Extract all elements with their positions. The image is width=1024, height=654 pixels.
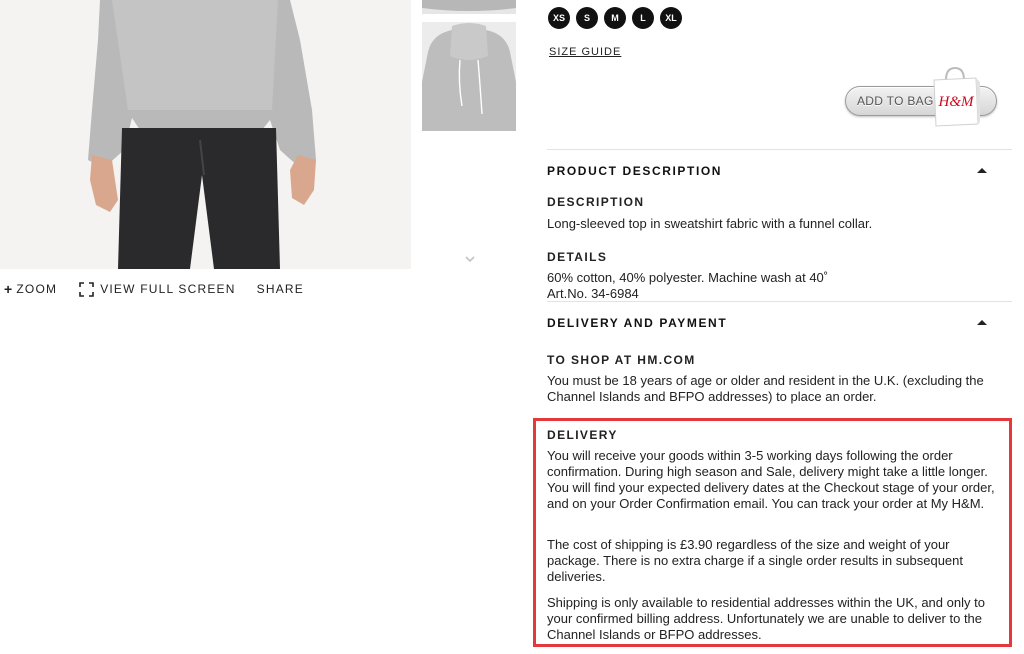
- chevron-down-icon[interactable]: [463, 253, 477, 265]
- expand-icon: [79, 281, 94, 297]
- collapse-triangle-icon[interactable]: [976, 166, 988, 174]
- add-to-bag-label: ADD TO BAG: [857, 94, 934, 108]
- shop-label: TO SHOP AT HM.COM: [547, 353, 696, 367]
- delivery-payment-heading[interactable]: DELIVERY AND PAYMENT: [547, 316, 727, 330]
- size-option-xs[interactable]: XS: [548, 7, 570, 29]
- full-screen-label: VIEW FULL SCREEN: [100, 282, 236, 296]
- size-option-l[interactable]: L: [632, 7, 654, 29]
- divider: [547, 149, 1012, 150]
- product-description-heading[interactable]: PRODUCT DESCRIPTION: [547, 164, 722, 178]
- description-label: DESCRIPTION: [547, 195, 645, 209]
- shop-text: You must be 18 years of age or older and…: [547, 373, 984, 404]
- divider: [547, 301, 1012, 302]
- article-number: Art.No. 34-6984: [547, 286, 639, 301]
- product-thumbnail[interactable]: [422, 22, 516, 131]
- details-label: DETAILS: [547, 250, 608, 264]
- description-text: Long-sleeved top in sweatshirt fabric wi…: [547, 216, 873, 231]
- plus-icon: +: [4, 281, 14, 297]
- size-option-m[interactable]: M: [604, 7, 626, 29]
- product-main-image[interactable]: [0, 0, 411, 269]
- size-selector: XS S M L XL: [548, 7, 688, 29]
- size-option-xl[interactable]: XL: [660, 7, 682, 29]
- share-button[interactable]: SHARE: [257, 282, 304, 296]
- full-screen-button[interactable]: VIEW FULL SCREEN: [79, 281, 236, 297]
- size-option-s[interactable]: S: [576, 7, 598, 29]
- zoom-button[interactable]: + ZOOM: [4, 282, 57, 296]
- zoom-label: ZOOM: [16, 282, 58, 296]
- image-actions: + ZOOM VIEW FULL SCREEN SHARE: [4, 281, 304, 297]
- details-text: 60% cotton, 40% polyester. Machine wash …: [547, 270, 829, 285]
- shopping-bag-icon[interactable]: H&M: [930, 66, 980, 128]
- collapse-triangle-icon[interactable]: [976, 318, 988, 326]
- share-label: SHARE: [256, 282, 304, 296]
- product-thumbnail[interactable]: [422, 0, 516, 14]
- highlight-box: [533, 418, 1012, 647]
- size-guide-link[interactable]: SIZE GUIDE: [549, 46, 621, 58]
- brand-logo-text: H&M: [938, 94, 976, 110]
